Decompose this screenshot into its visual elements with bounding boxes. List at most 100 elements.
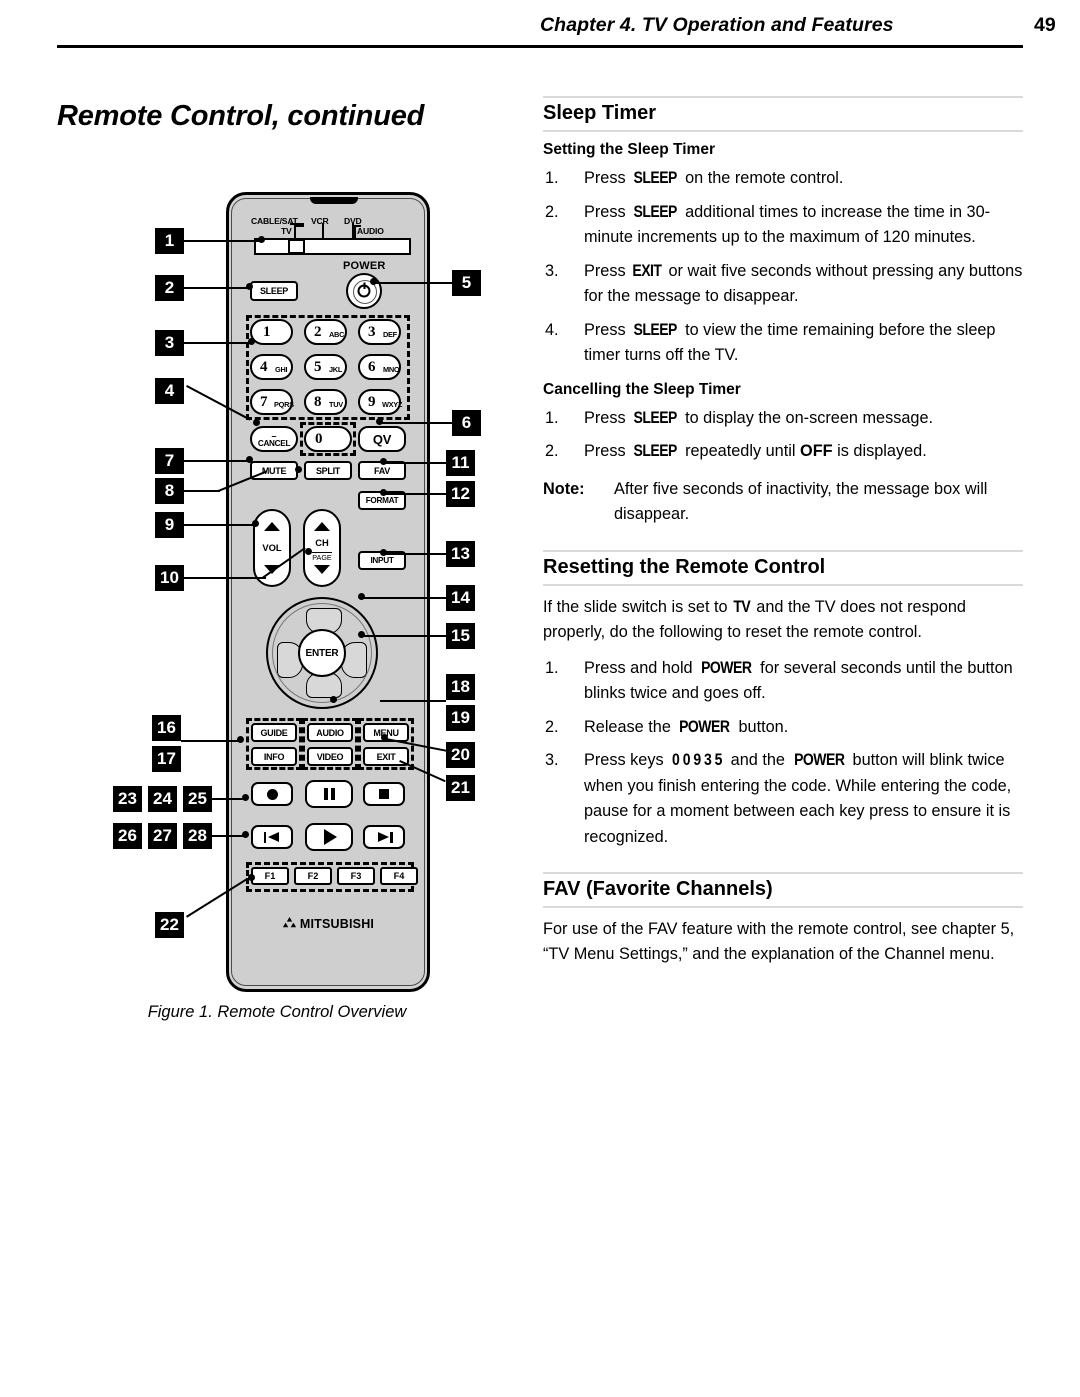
key-reference: POWER [701,658,752,677]
note-label: Note: [543,479,585,498]
callout-3: 3 [155,330,184,356]
text-run: If the slide switch is set to [543,597,733,616]
leader-3 [184,342,252,344]
key-8-letters: TUV [329,400,343,409]
bold-text: OFF [800,442,833,460]
callout-24: 24 [148,786,177,812]
device-slide-switch[interactable] [254,238,411,255]
stop-icon [379,789,389,799]
leader-dot-2 [246,283,253,290]
leader-dot-16 [237,736,244,743]
callout-9: 9 [155,512,184,538]
callout-11: 11 [446,450,475,476]
audio-button[interactable]: AUDIO [307,723,353,742]
callout-26: 26 [113,823,142,849]
key-2[interactable]: 2 ABC [304,319,347,345]
leader-12 [385,493,446,495]
text-run: Press [584,261,631,280]
f4-button[interactable]: F4 [380,867,418,885]
slide-tick-audio-h [354,225,361,227]
callout-15: 15 [446,623,475,649]
power-button[interactable] [346,273,382,309]
enter-button[interactable]: ENTER [298,629,346,677]
previous-button[interactable] [251,825,293,849]
mitsubishi-mark-icon [282,917,297,932]
step-number: 3. [545,751,559,769]
remote-faceplate: CABLE/SAT TV VCR DVD AUDIO POWER SLEEP 1… [231,197,425,986]
f2-button[interactable]: F2 [294,867,332,885]
arrow-left-icon [298,647,306,659]
step-number: 3. [545,261,559,280]
f3-button[interactable]: F3 [337,867,375,885]
mute-button[interactable]: MUTE [250,461,298,480]
dpad-left-button[interactable] [277,642,303,678]
split-button[interactable]: SPLIT [304,461,352,480]
step-item: 4. Press SLEEP to view the time remaining… [543,318,1023,369]
text-run: Press keys [584,751,669,769]
key-5-letters: JKL [329,365,343,374]
key-9[interactable]: 9 WXYZ [358,389,402,415]
key-4[interactable]: 4 GHI [250,354,293,380]
callout-18: 18 [446,674,475,700]
callout-27: 27 [148,823,177,849]
key-3-letters: DEF [383,330,397,339]
key-reference: EXIT [632,261,663,280]
key-0[interactable]: 0 [304,426,352,452]
dpad-up-button[interactable] [306,608,342,634]
text-run: button. [733,717,789,736]
stop-button[interactable] [363,782,405,806]
paragraph-resetting-intro: If the slide switch is set to TV and the… [543,595,1023,645]
leader-16-17 [181,740,241,742]
callout-6: 6 [452,410,481,436]
volume-up-icon[interactable] [264,522,280,531]
qv-button[interactable]: QV [358,426,406,452]
f1-button[interactable]: F1 [251,867,289,885]
pause-button[interactable] [305,780,353,808]
video-button[interactable]: VIDEO [307,747,353,766]
dpad-right-button[interactable] [341,642,367,678]
sleep-button[interactable]: SLEEP [250,281,298,301]
page-number: 49 [1034,14,1056,36]
key-5[interactable]: 5 JKL [304,354,347,380]
leader-5 [375,282,452,284]
text-run: is displayed. [832,442,927,460]
key-7[interactable]: 7 PQRS [250,389,294,415]
steps-cancelling-sleep-timer: 1. Press SLEEP to display the on-screen m… [543,406,1023,465]
channel-up-icon[interactable] [314,522,330,531]
key-8[interactable]: 8 TUV [304,389,347,415]
key-1-digit: 1 [263,324,271,340]
leader-6 [381,422,452,424]
callout-2: 2 [155,275,184,301]
channel-down-icon[interactable] [314,565,330,574]
leader-dot-14 [358,593,365,600]
guide-button[interactable]: GUIDE [251,723,297,742]
leader-dot-3 [248,338,255,345]
key-reference: SLEEP [633,202,678,221]
key-6[interactable]: 6 MNO [358,354,401,380]
leader-dot-12 [380,489,387,496]
record-button[interactable] [251,782,293,806]
cancel-button[interactable]: – CANCEL [250,426,298,452]
slide-switch-knob[interactable] [288,239,305,254]
key-reference: POWER [679,717,731,736]
key-2-letters: ABC [329,330,345,339]
arrow-right-icon [338,647,346,659]
text-run: repeatedly until [680,442,801,460]
page-label: PAGE [312,552,332,562]
leader-dot-28 [242,831,249,838]
leader-14 [363,597,446,599]
key-5-digit: 5 [314,359,322,375]
info-button[interactable]: INFO [251,747,297,766]
text-run: and the [726,751,790,769]
remote-control-figure: CABLE/SAT TV VCR DVD AUDIO POWER SLEEP 1… [226,192,430,992]
key-4-letters: GHI [275,365,288,374]
volume-rocker[interactable]: VOL [253,509,291,587]
navigation-dpad[interactable]: ENTER [266,597,378,709]
next-button[interactable] [363,825,405,849]
play-button[interactable] [305,823,353,851]
key-1[interactable]: 1 [250,319,293,345]
text-run: Press and hold [584,658,698,677]
key-3[interactable]: 3 DEF [358,319,401,345]
play-icon [324,829,337,845]
dpad-down-button[interactable] [306,672,342,698]
